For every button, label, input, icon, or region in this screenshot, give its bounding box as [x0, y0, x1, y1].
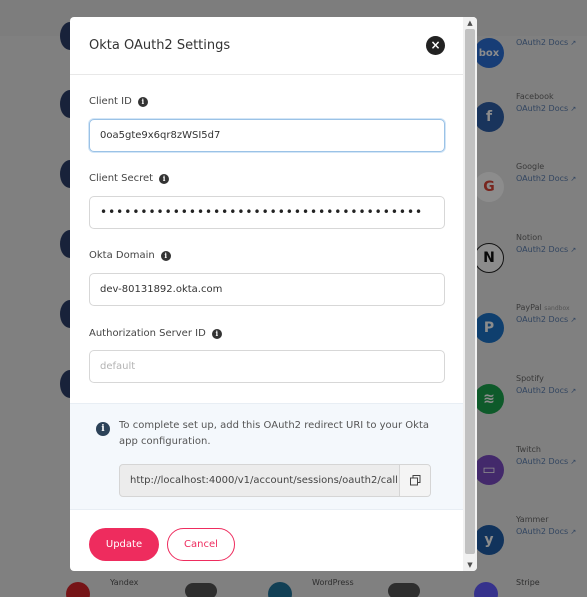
redirect-uri-notice: i To complete set up, add this OAuth2 re… [70, 403, 463, 510]
modal-scrollbar[interactable]: ▲ ▼ [463, 17, 477, 571]
auth-server-id-label: Authorization Server ID i [89, 328, 222, 339]
auth-server-id-input[interactable]: default [89, 350, 445, 383]
redirect-uri-text[interactable]: http://localhost:4000/v1/account/session… [130, 465, 398, 496]
copy-icon [410, 475, 421, 486]
redirect-uri-field[interactable]: http://localhost:4000/v1/account/session… [119, 464, 431, 497]
client-secret-label: Client Secret i [89, 173, 170, 184]
scroll-thumb[interactable] [465, 29, 475, 554]
okta-domain-input[interactable]: dev-80131892.okta.com [89, 273, 445, 306]
client-id-label: Client ID i [89, 96, 148, 107]
okta-oauth2-settings-modal: Okta OAuth2 Settings × Client ID i 0oa5g… [70, 17, 477, 571]
notice-text: To complete set up, add this OAuth2 redi… [119, 420, 429, 447]
okta-domain-label-text: Okta Domain [89, 250, 155, 261]
cancel-button[interactable]: Cancel [167, 528, 235, 561]
copy-button[interactable] [399, 465, 430, 496]
client-id-label-text: Client ID [89, 96, 132, 107]
okta-domain-label: Okta Domain i [89, 250, 171, 261]
client-secret-input[interactable]: •••••••••••••••••••••••••••••••••••••••• [89, 196, 445, 229]
info-icon: i [96, 422, 110, 436]
client-secret-label-text: Client Secret [89, 173, 154, 184]
client-id-input[interactable]: 0oa5gte9x6qr8zWSI5d7 [89, 119, 445, 152]
info-icon[interactable]: i [137, 96, 148, 107]
auth-server-id-label-text: Authorization Server ID [89, 328, 206, 339]
info-icon[interactable]: i [211, 328, 222, 339]
info-icon[interactable]: i [159, 173, 170, 184]
scroll-down-icon[interactable]: ▼ [463, 559, 477, 571]
modal-content: Okta OAuth2 Settings × Client ID i 0oa5g… [70, 17, 463, 571]
close-icon[interactable]: × [426, 36, 445, 55]
modal-header: Okta OAuth2 Settings × [70, 17, 463, 75]
modal-title: Okta OAuth2 Settings [89, 38, 231, 53]
scroll-up-icon[interactable]: ▲ [463, 17, 477, 29]
info-icon[interactable]: i [160, 250, 171, 261]
update-button[interactable]: Update [89, 528, 159, 561]
